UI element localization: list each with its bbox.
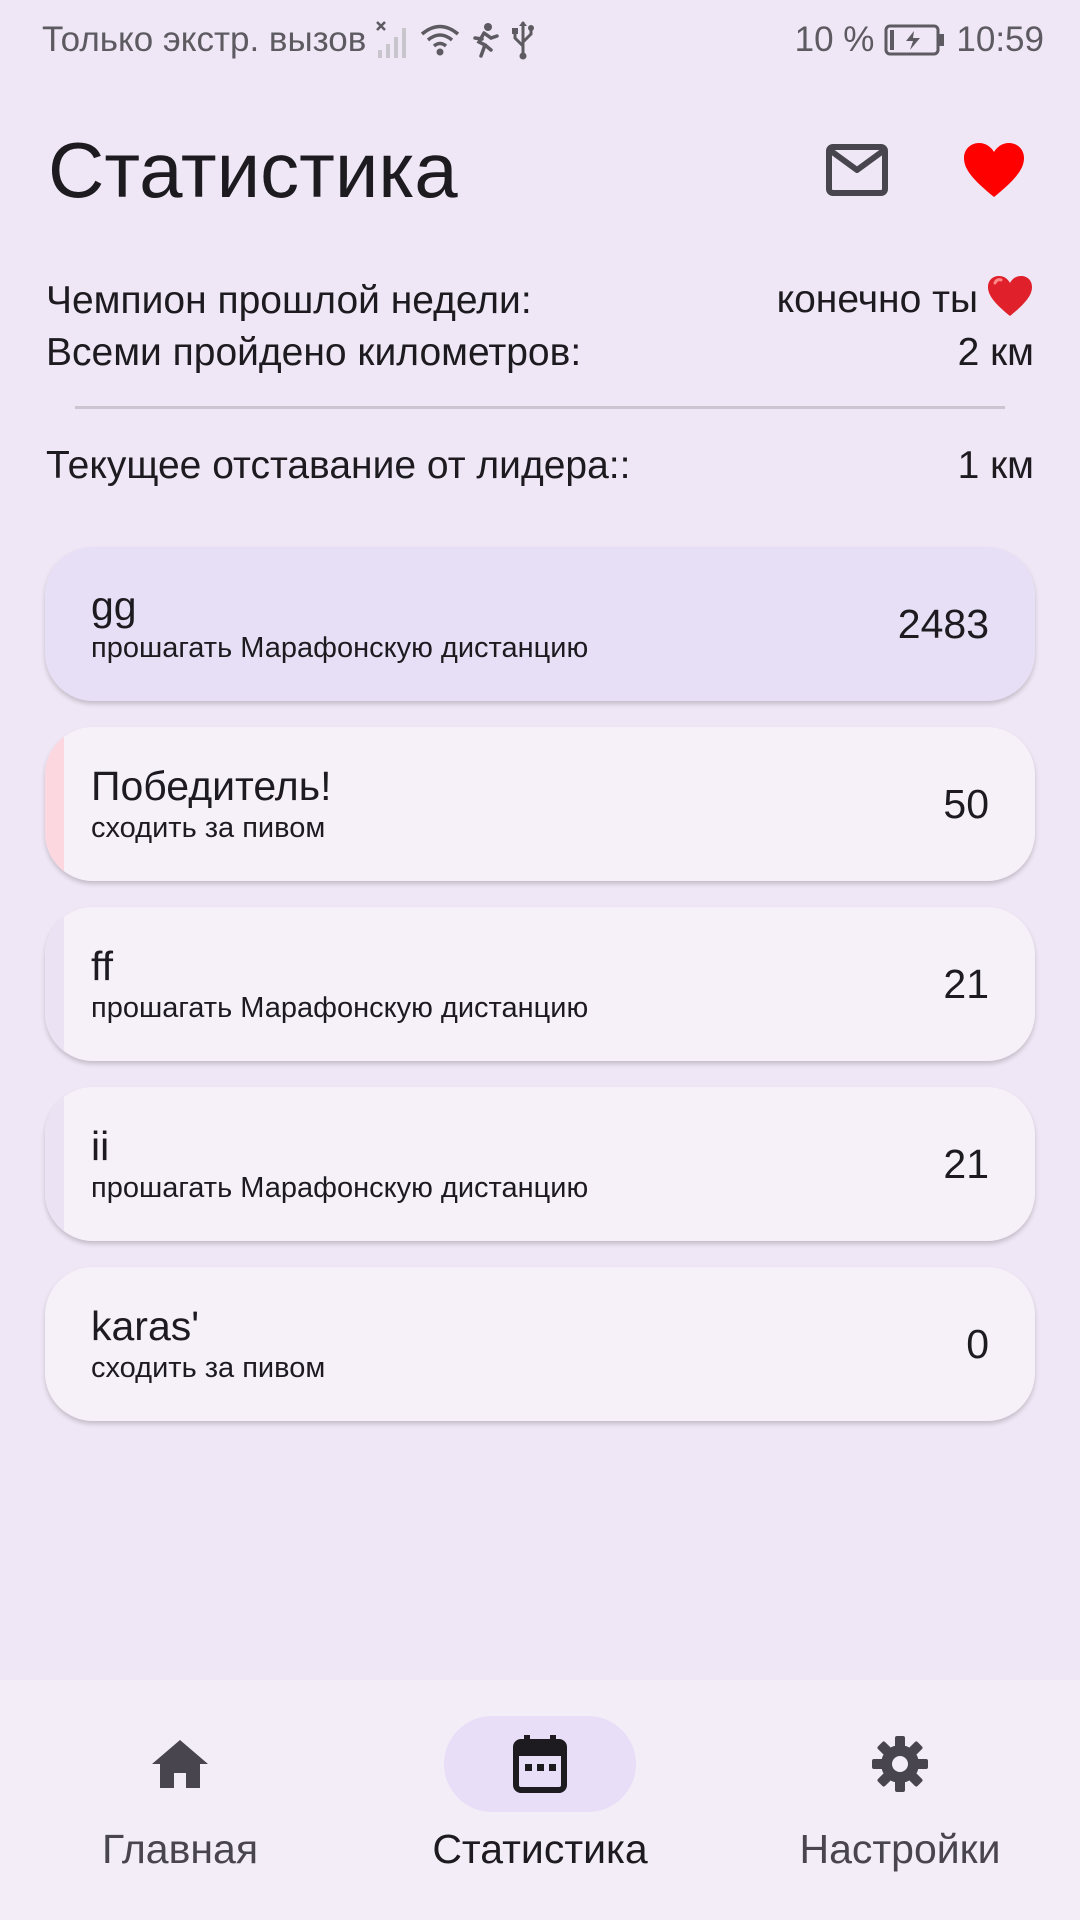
running-icon	[470, 22, 500, 58]
divider	[75, 406, 1005, 409]
usb-icon	[510, 20, 536, 60]
participant-goal: прошагать Марафонскую дистанцию	[91, 632, 589, 664]
participant-score: 21	[943, 1140, 989, 1187]
carrier-text: Только экстр. вызов	[42, 20, 367, 59]
participant-score: 0	[966, 1320, 989, 1367]
champion-value: конечно ты	[776, 278, 978, 321]
no-signal-icon	[376, 20, 410, 60]
nav-item-settings[interactable]: Настройки	[750, 1680, 1050, 1920]
status-right: 10 % 10:59	[795, 20, 1044, 60]
battery-charging-icon	[884, 23, 946, 57]
participant-name: ii	[91, 1123, 110, 1169]
champion-label: Чемпион прошлой недели:	[46, 279, 532, 322]
participant-score: 2483	[897, 600, 989, 647]
participant-name: gg	[91, 583, 137, 629]
battery-percent: 10 %	[794, 20, 875, 59]
red-heart-icon	[986, 274, 1034, 328]
participant-name: Победитель!	[91, 763, 332, 809]
leaderboard-card[interactable]: ff прошагать Марафонскую дистанцию 21	[45, 907, 1035, 1061]
champion-row: Чемпион прошлой недели: конечно ты	[46, 275, 1034, 327]
participant-goal: сходить за пивом	[91, 1352, 326, 1384]
leader-lag-label: Текущее отставание от лидера::	[46, 444, 631, 487]
gear-icon	[872, 1736, 928, 1792]
nav-icon-container	[444, 1716, 636, 1812]
participant-score: 50	[943, 780, 989, 827]
heart-icon	[964, 143, 1024, 197]
clock: 10:59	[956, 20, 1044, 59]
leader-lag-row: Текущее отставание от лидера:: 1 км	[46, 440, 1034, 492]
home-icon	[152, 1740, 208, 1788]
card-accent	[45, 727, 64, 881]
nav-label: Настройки	[799, 1826, 1001, 1872]
nav-label: Статистика	[432, 1826, 648, 1872]
total-km-value: 2 км	[957, 331, 1034, 374]
total-km-row: Всеми пройдено километров: 2 км	[46, 327, 1034, 379]
participant-goal: сходить за пивом	[91, 812, 326, 844]
status-left: Только экстр. вызов	[42, 20, 536, 60]
leaderboard-card[interactable]: ii прошагать Марафонскую дистанцию 21	[45, 1087, 1035, 1241]
leaderboard-card[interactable]: Победитель! сходить за пивом 50	[45, 727, 1035, 881]
participant-goal: прошагать Марафонскую дистанцию	[91, 992, 589, 1024]
participant-goal: прошагать Марафонскую дистанцию	[91, 1172, 589, 1204]
header-actions	[826, 141, 1026, 199]
participant-name: ff	[91, 943, 114, 989]
mail-icon	[826, 144, 888, 196]
champion-value-wrap: конечно ты	[777, 274, 1034, 328]
bottom-navigation: Главная Статистика Настройки	[0, 1680, 1080, 1920]
card-text: ff прошагать Марафонскую дистанцию	[91, 942, 588, 1026]
leader-lag-value: 1 км	[957, 444, 1034, 487]
card-text: karas' сходить за пивом	[91, 1302, 325, 1386]
nav-item-home[interactable]: Главная	[30, 1680, 330, 1920]
card-text: Победитель! сходить за пивом	[91, 762, 331, 846]
header: Статистика	[48, 120, 1032, 220]
card-accent	[45, 1087, 64, 1241]
leaderboard-card[interactable]: gg прошагать Марафонскую дистанцию 2483	[45, 547, 1035, 701]
participant-name: karas'	[91, 1303, 200, 1349]
favorite-button[interactable]	[962, 141, 1026, 199]
mail-button[interactable]	[826, 144, 888, 196]
card-accent	[45, 907, 64, 1061]
card-text: gg прошагать Марафонскую дистанцию	[91, 582, 588, 666]
nav-icon-container	[804, 1716, 996, 1812]
stats-info: Чемпион прошлой недели: конечно ты Всеми…	[46, 275, 1034, 379]
wifi-icon	[420, 23, 460, 57]
participant-score: 21	[943, 960, 989, 1007]
calendar-icon	[513, 1735, 567, 1793]
leaderboard-list: gg прошагать Марафонскую дистанцию 2483 …	[45, 547, 1035, 1447]
nav-item-statistics[interactable]: Статистика	[390, 1680, 690, 1920]
status-bar: Только экстр. вызов 10 % 10:59	[0, 0, 1080, 80]
nav-icon-container	[84, 1716, 276, 1812]
nav-label: Главная	[101, 1826, 259, 1872]
total-km-label: Всеми пройдено километров:	[46, 331, 582, 374]
page-title: Статистика	[48, 125, 458, 214]
card-text: ii прошагать Марафонскую дистанцию	[91, 1122, 588, 1206]
leaderboard-card[interactable]: karas' сходить за пивом 0	[45, 1267, 1035, 1421]
